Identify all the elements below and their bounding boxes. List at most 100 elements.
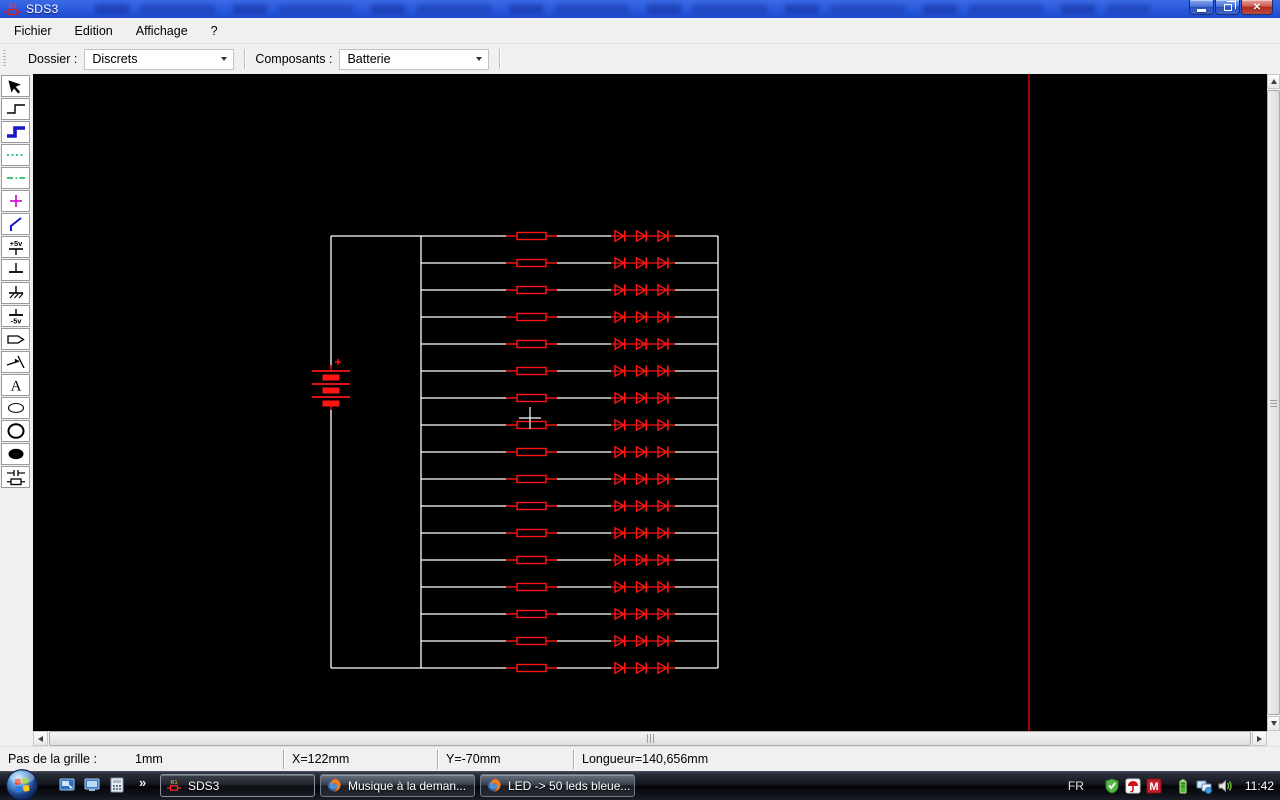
svg-text:-5v: -5v: [10, 317, 22, 326]
circle-icon: [7, 423, 24, 439]
tool-port-arrow[interactable]: [1, 351, 30, 373]
menubar: Fichier Edition Affichage ?: [0, 18, 1280, 44]
right-arrow-icon: [1257, 735, 1262, 742]
minimize-icon: [1197, 8, 1206, 12]
cursor-icon: [7, 80, 21, 94]
text-icon: A: [10, 379, 21, 395]
scroll-corner-left: [0, 731, 33, 746]
menu-edition[interactable]: Edition: [66, 20, 122, 42]
tool-text[interactable]: A: [1, 374, 30, 396]
bottom-scroll-strip: [0, 731, 1280, 746]
menu-affichage[interactable]: Affichage: [127, 20, 197, 42]
tool-power-minus5v[interactable]: -5v: [1, 305, 30, 327]
toolbar-separator: [499, 49, 501, 69]
main-area: +5v -5v A: [0, 74, 1280, 731]
wire-step-icon: [6, 104, 25, 114]
minimize-button[interactable]: [1189, 0, 1214, 15]
tool-dashdot-line[interactable]: [1, 167, 30, 189]
calculator-button[interactable]: [108, 776, 126, 794]
window-title: SDS3: [26, 2, 59, 16]
scroll-down-button[interactable]: [1267, 716, 1280, 731]
minus5v-icon: -5v: [8, 309, 23, 326]
dotted-line-icon: [6, 154, 25, 156]
dropdown-caret-icon: [221, 56, 228, 61]
tool-wire-thick[interactable]: [1, 121, 30, 143]
horizontal-scroll-thumb[interactable]: [49, 731, 1251, 746]
scroll-up-button[interactable]: [1267, 74, 1280, 89]
schematic-drawing: [312, 74, 1030, 731]
scroll-right-button[interactable]: [1252, 731, 1267, 746]
vertical-scrollbar[interactable]: [1267, 74, 1280, 731]
taskbar-button-musique[interactable]: Musique à la deman...: [320, 774, 475, 797]
dossier-label: Dossier :: [28, 52, 78, 66]
menu-fichier[interactable]: Fichier: [5, 20, 61, 42]
taskbar-button-label: LED -> 50 leds bleue...: [508, 778, 631, 793]
tool-ellipse-filled[interactable]: [1, 443, 30, 465]
thumb-grip-icon: [1270, 399, 1277, 407]
clock[interactable]: 11:42: [1245, 779, 1274, 793]
firefox-icon: [487, 778, 501, 792]
sds3-app-icon: R1: [167, 780, 181, 791]
volume-icon[interactable]: [1217, 778, 1233, 794]
down-arrow-icon: [1270, 721, 1277, 726]
tool-select[interactable]: [1, 75, 30, 97]
toolbar: Dossier : Discrets Composants : Batterie: [0, 44, 1280, 74]
titlebar-ghost-text: [95, 4, 1150, 14]
app-window: R1 SDS3 ✕ Fichier Edition Affichage ? Do…: [0, 0, 1280, 800]
dossier-select[interactable]: Discrets: [84, 48, 235, 70]
composants-select[interactable]: Batterie: [339, 48, 490, 70]
svg-text:R1: R1: [170, 780, 177, 786]
start-button[interactable]: [5, 768, 39, 800]
tool-junction-cross[interactable]: [1, 190, 30, 212]
tool-wire-thin[interactable]: [1, 98, 30, 120]
restore-button[interactable]: [1215, 0, 1240, 15]
tool-earth-ground[interactable]: [1, 282, 30, 304]
calculator-icon: [110, 777, 124, 793]
language-indicator[interactable]: FR: [1068, 779, 1084, 793]
toolbar-grip[interactable]: [3, 50, 6, 68]
m-app-icon[interactable]: M: [1146, 778, 1162, 794]
earth-ground-icon: [8, 286, 23, 299]
cursor-x-value: X=122mm: [292, 752, 350, 766]
taskbar-button-label: Musique à la deman...: [348, 778, 467, 793]
switch-windows-button[interactable]: [58, 776, 76, 794]
security-shield-icon[interactable]: [1104, 777, 1120, 794]
toolbar-separator: [244, 49, 246, 69]
avira-antivirus-icon[interactable]: [1125, 778, 1141, 794]
horizontal-scrollbar[interactable]: [33, 731, 1267, 746]
close-button[interactable]: ✕: [1241, 0, 1273, 15]
menu-aide[interactable]: ?: [202, 20, 227, 42]
show-desktop-icon: [84, 778, 100, 791]
titlebar: R1 SDS3 ✕: [0, 0, 1280, 18]
dossier-value: Discrets: [92, 52, 138, 66]
status-separator: [573, 750, 574, 769]
quicklaunch-overflow-chevron[interactable]: »: [139, 775, 146, 790]
port-arrow-icon: [6, 355, 25, 369]
tool-dotted-line[interactable]: [1, 144, 30, 166]
svg-text:A: A: [10, 379, 21, 395]
switch-windows-icon: [59, 778, 75, 791]
tool-ground[interactable]: [1, 259, 30, 281]
dropdown-caret-icon: [476, 56, 483, 61]
status-separator: [283, 750, 284, 769]
scroll-left-button[interactable]: [33, 731, 48, 746]
battery-icon[interactable]: [1175, 778, 1191, 794]
tool-circle[interactable]: [1, 420, 30, 442]
grid-step-label: Pas de la grille :: [8, 752, 97, 766]
tool-diagonal-wire[interactable]: [1, 213, 30, 235]
network-icon[interactable]: [1196, 778, 1212, 794]
tool-net-label[interactable]: [1, 328, 30, 350]
close-icon: ✕: [1252, 1, 1262, 13]
schematic-canvas[interactable]: [33, 74, 1267, 731]
firefox-icon: [327, 778, 341, 792]
show-desktop-button[interactable]: [83, 776, 101, 794]
taskbar-button-sds3[interactable]: R1 SDS3: [160, 774, 315, 797]
tool-power-plus5v[interactable]: +5v: [1, 236, 30, 258]
tool-component[interactable]: [1, 466, 30, 488]
taskbar-button-led[interactable]: LED -> 50 leds bleue...: [480, 774, 635, 797]
plus5v-icon: +5v: [8, 239, 23, 255]
status-separator: [437, 750, 438, 769]
taskbar: » R1 SDS3 Musique à la deman... LED -> 50 l…: [0, 768, 1280, 800]
tool-ellipse[interactable]: [1, 397, 30, 419]
vertical-scroll-thumb[interactable]: [1267, 90, 1280, 715]
